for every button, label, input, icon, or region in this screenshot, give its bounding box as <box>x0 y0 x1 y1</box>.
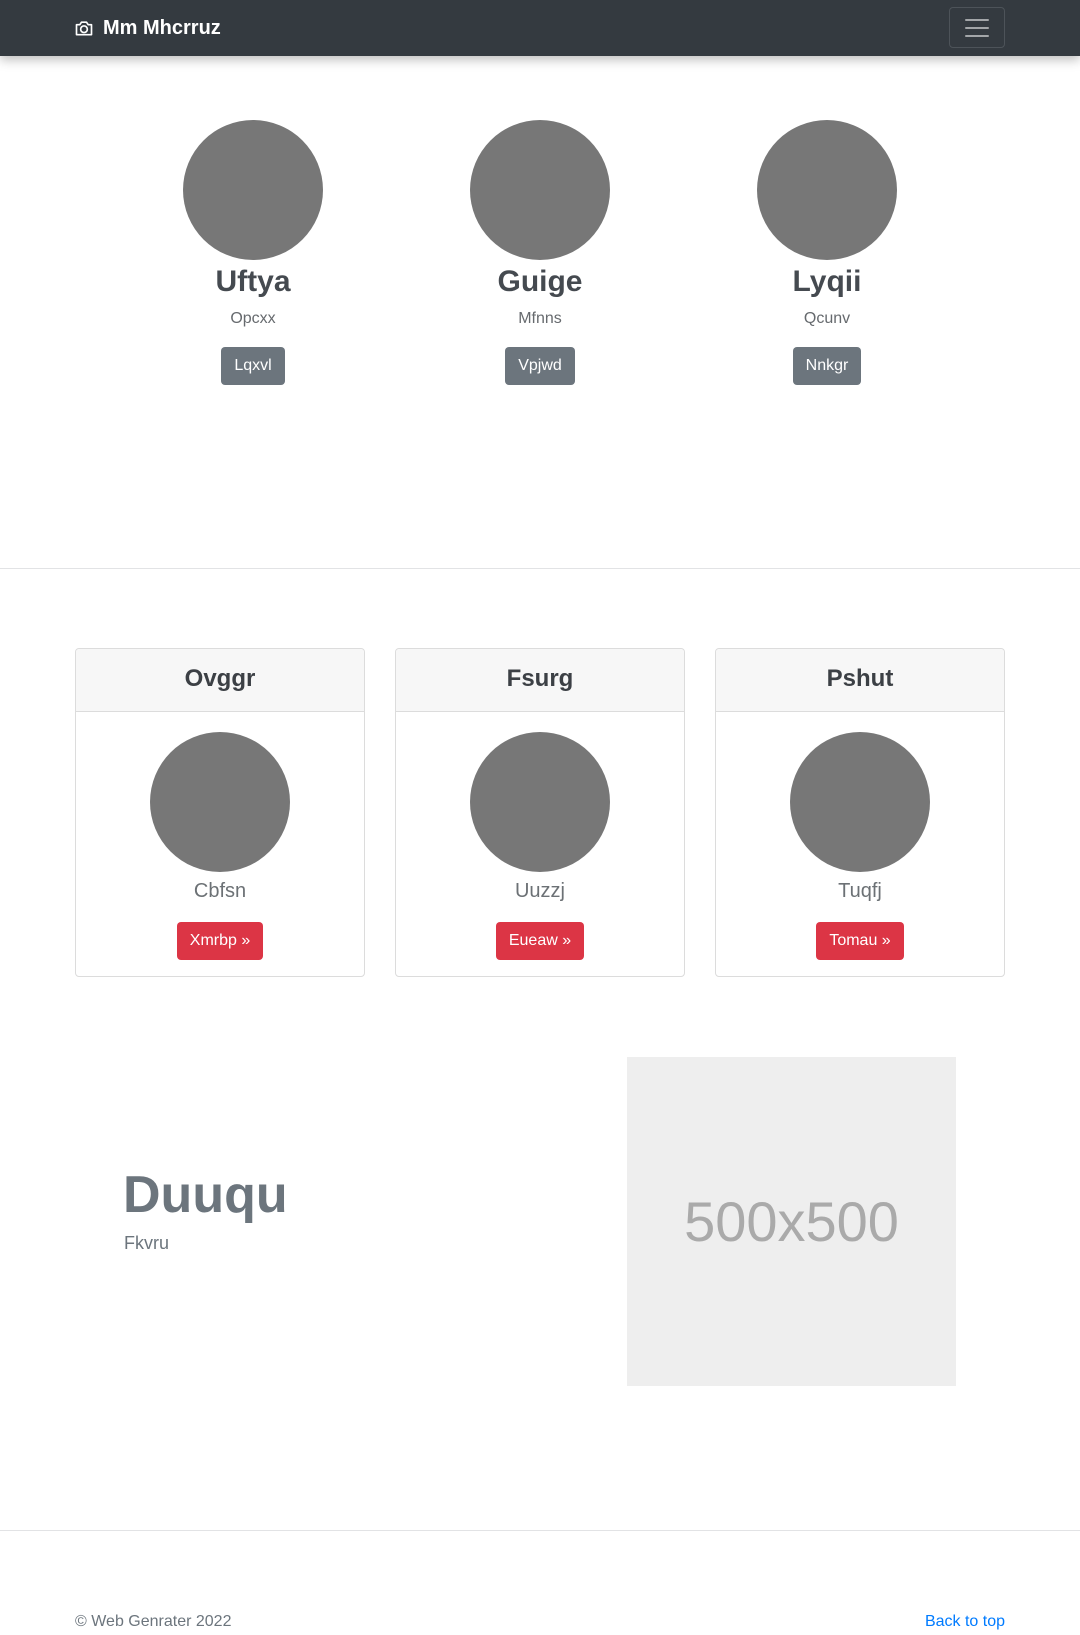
card-body: Tuqfj Tomau » <box>716 712 1004 960</box>
brand-link[interactable]: Mm Mhcrruz <box>74 0 221 56</box>
card-body: Cbfsn Xmrbp » <box>76 712 364 960</box>
feature-heading: Duuqu <box>123 1166 288 1224</box>
member-button[interactable]: Lqxvl <box>221 347 285 385</box>
card-text: Cbfsn <box>193 880 247 902</box>
member-button[interactable]: Vpjwd <box>505 347 575 385</box>
card-button[interactable]: Tomau » <box>816 922 904 960</box>
brand-title: Mm Mhcrruz <box>103 16 221 39</box>
card: Fsurg Uuzzj Eueaw » <box>395 648 685 977</box>
card-image <box>150 732 290 872</box>
card-text: Tuqfj <box>838 880 882 902</box>
team-member: Uftya Opcxx Lqxvl <box>173 120 333 385</box>
card-text: Uuzzj <box>514 880 565 902</box>
card-image <box>470 732 610 872</box>
card-button[interactable]: Eueaw » <box>495 922 585 960</box>
member-button[interactable]: Nnkgr <box>792 347 862 385</box>
card-title: Pshut <box>716 649 1004 712</box>
camera-icon <box>74 18 94 38</box>
placeholder-label: 500x500 <box>684 1190 899 1253</box>
card-title: Fsurg <box>396 649 684 712</box>
feature-subheading: Fkvru <box>124 1233 169 1253</box>
team-member: Guige Mfnns Vpjwd <box>460 120 620 385</box>
hamburger-icon <box>962 13 992 43</box>
member-name: Guige <box>497 265 583 298</box>
navbar-toggle-button[interactable] <box>949 7 1005 48</box>
member-name: Lyqii <box>792 265 862 298</box>
card-button[interactable]: Xmrbp » <box>176 922 264 960</box>
member-role: Mfnns <box>518 310 562 327</box>
placeholder-image: 500x500 <box>627 1057 956 1386</box>
card-title: Ovggr <box>76 649 364 712</box>
avatar <box>183 120 323 260</box>
avatar <box>757 120 897 260</box>
footer-copyright: © Web Genrater 2022 <box>75 1613 232 1630</box>
card-body: Uuzzj Eueaw » <box>396 712 684 960</box>
avatar <box>470 120 610 260</box>
footer-divider <box>0 1530 1080 1531</box>
member-role: Qcunv <box>803 310 851 327</box>
team-member: Lyqii Qcunv Nnkgr <box>747 120 907 385</box>
back-to-top-link[interactable]: Back to top <box>925 1612 1005 1632</box>
navbar: Mm Mhcrruz <box>0 0 1080 56</box>
card-image <box>790 732 930 872</box>
card: Pshut Tuqfj Tomau » <box>715 648 1005 977</box>
section-divider <box>0 568 1080 569</box>
member-name: Uftya <box>215 265 291 298</box>
card: Ovggr Cbfsn Xmrbp » <box>75 648 365 977</box>
member-role: Opcxx <box>230 310 276 327</box>
